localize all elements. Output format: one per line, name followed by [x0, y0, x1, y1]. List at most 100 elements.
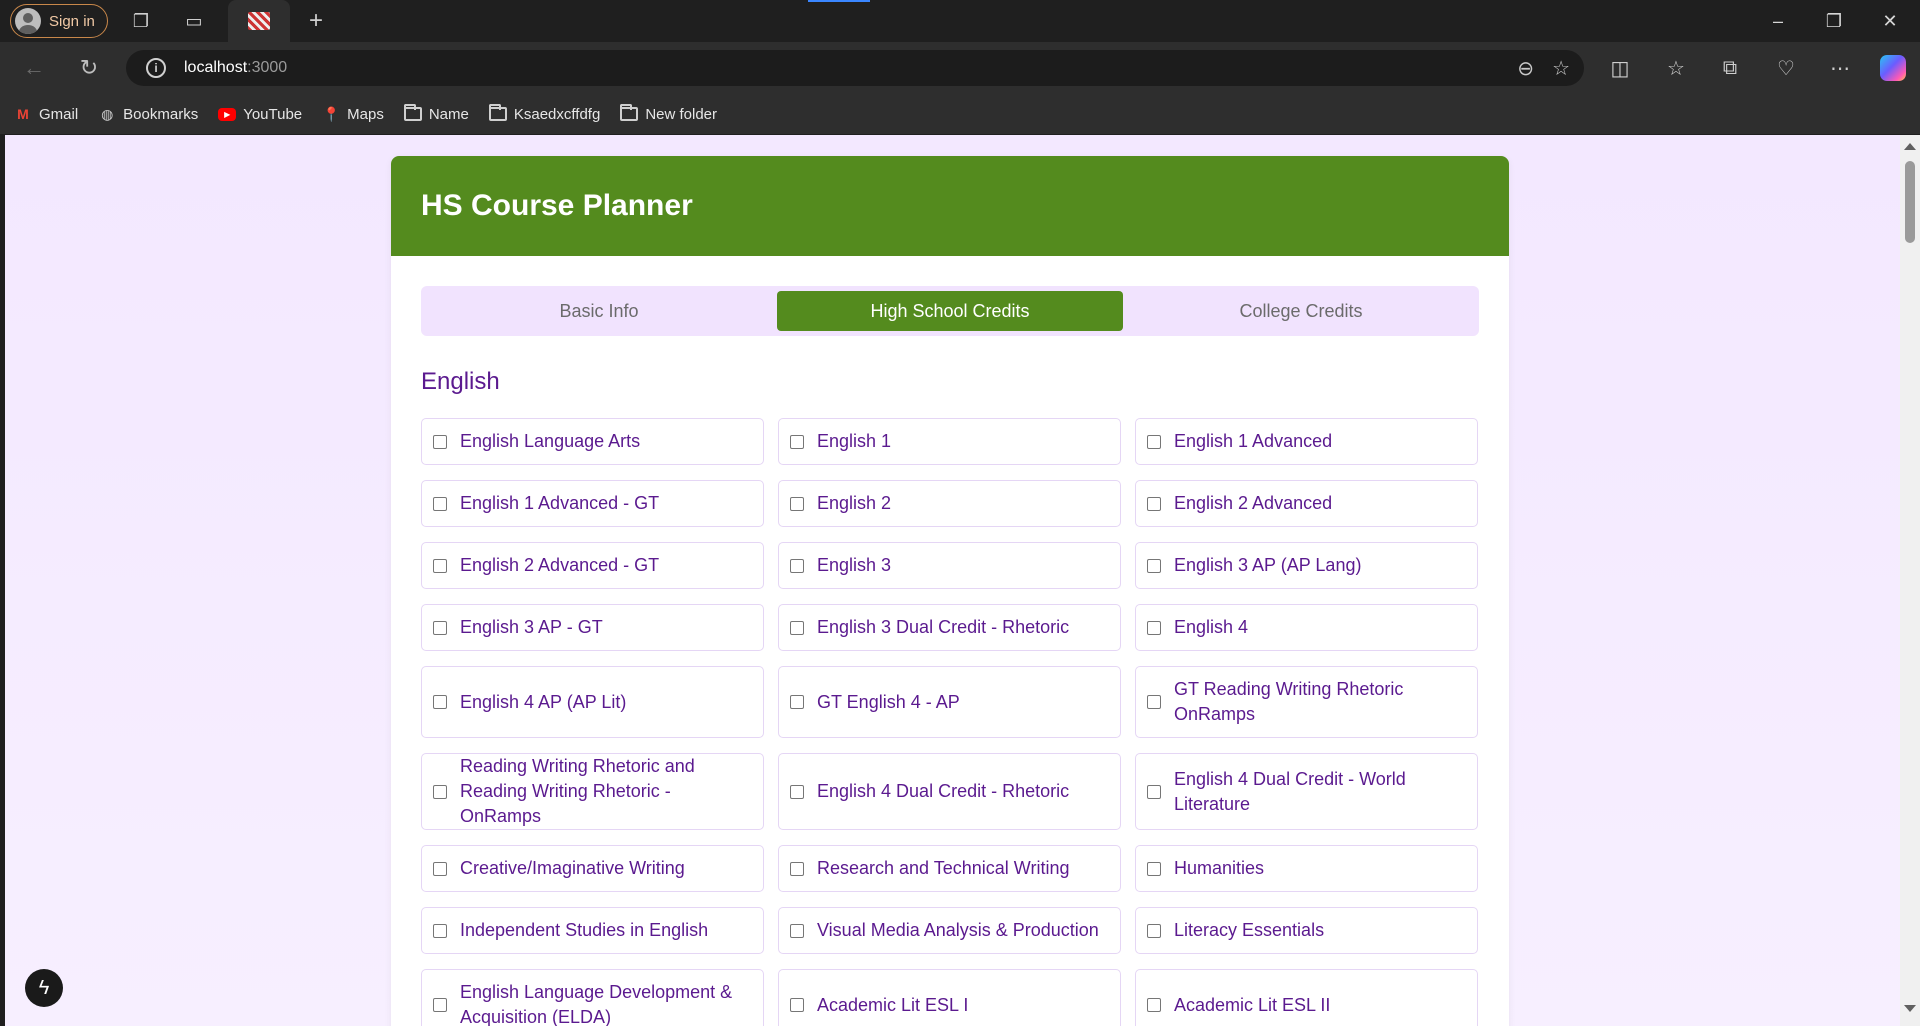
tab-actions-icon[interactable]: ▭ [182, 9, 206, 33]
new-tab-icon[interactable]: + [304, 7, 328, 34]
course-option[interactable]: GT Reading Writing Rhetoric OnRamps [1135, 666, 1478, 738]
course-checkbox[interactable] [1147, 861, 1161, 876]
back-icon[interactable]: ← [20, 54, 48, 82]
collections-icon[interactable]: ⧉ [1716, 54, 1744, 82]
course-checkbox[interactable] [1147, 695, 1161, 709]
favorite-star-icon[interactable]: ☆ [1552, 56, 1570, 81]
course-option[interactable]: Humanities [1135, 845, 1478, 892]
bookmark-youtube[interactable]: ▶ YouTube [218, 106, 302, 123]
course-checkbox[interactable] [790, 558, 804, 573]
course-checkbox[interactable] [433, 923, 447, 938]
course-option[interactable]: English 3 [778, 542, 1121, 589]
page-scrollbar[interactable] [1900, 135, 1920, 1026]
course-checkbox[interactable] [433, 861, 447, 876]
course-option[interactable]: English Language Development & Acquisiti… [421, 969, 764, 1026]
course-option[interactable]: English 1 Advanced [1135, 418, 1478, 465]
course-checkbox[interactable] [433, 695, 447, 709]
course-option[interactable]: English 1 Advanced - GT [421, 480, 764, 527]
bookmark-folder-new-folder[interactable]: New folder [620, 104, 717, 123]
course-option[interactable]: Literacy Essentials [1135, 907, 1478, 954]
course-checkbox[interactable] [433, 620, 447, 635]
course-label: English 2 [817, 493, 892, 513]
course-option[interactable]: Reading Writing Rhetoric and Reading Wri… [421, 753, 764, 830]
browser-essentials-icon[interactable]: ♡ [1772, 54, 1800, 82]
course-checkbox[interactable] [433, 558, 447, 573]
course-checkbox[interactable] [790, 998, 804, 1012]
scroll-down-icon[interactable] [1904, 1005, 1916, 1012]
course-option[interactable]: English 2 Advanced [1135, 480, 1478, 527]
course-checkbox[interactable] [790, 861, 804, 876]
course-option[interactable]: GT English 4 - AP [778, 666, 1121, 738]
course-checkbox[interactable] [433, 434, 447, 449]
site-info-icon[interactable]: i [146, 58, 166, 78]
course-option[interactable]: English 4 Dual Credit - Rhetoric [778, 753, 1121, 830]
course-option[interactable]: Visual Media Analysis & Production [778, 907, 1121, 954]
bookmark-maps[interactable]: 📍 Maps [322, 106, 383, 123]
course-option[interactable]: English 3 AP - GT [421, 604, 764, 651]
course-option[interactable]: English 4 [1135, 604, 1478, 651]
workspaces-icon[interactable]: ❐ [129, 9, 153, 33]
course-checkbox[interactable] [1147, 923, 1161, 938]
copilot-icon[interactable] [1880, 55, 1906, 81]
globe-icon: ◍ [101, 105, 114, 122]
scroll-up-icon[interactable] [1904, 143, 1916, 150]
course-checkbox[interactable] [1147, 558, 1161, 573]
browser-tab-active[interactable] [228, 0, 290, 42]
profile-avatar-icon [15, 8, 41, 34]
lightning-action-button[interactable]: ϟ [25, 969, 63, 1007]
restore-icon[interactable]: ❐ [1814, 8, 1854, 34]
refresh-icon[interactable]: ↻ [75, 54, 103, 82]
folder-icon [403, 104, 422, 121]
tab-basic-info[interactable]: Basic Info [426, 291, 772, 331]
course-option[interactable]: English 4 AP (AP Lit) [421, 666, 764, 738]
course-option[interactable]: English Language Arts [421, 418, 764, 465]
course-checkbox[interactable] [1147, 496, 1161, 511]
course-option[interactable]: English 1 [778, 418, 1121, 465]
read-aloud-icon[interactable]: ⊖ [1517, 56, 1534, 81]
course-label: English 1 [817, 431, 892, 451]
bookmark-folder-name[interactable]: Name [403, 104, 469, 123]
course-option[interactable]: Academic Lit ESL II [1135, 969, 1478, 1026]
folder-icon [620, 104, 639, 121]
minimize-icon[interactable]: – [1758, 8, 1798, 34]
course-option[interactable]: Independent Studies in English [421, 907, 764, 954]
bookmark-folder-ksaedxcffdfg[interactable]: Ksaedxcffdfg [488, 104, 600, 123]
course-checkbox[interactable] [433, 784, 447, 799]
course-checkbox[interactable] [1147, 434, 1161, 449]
course-option[interactable]: English 3 AP (AP Lang) [1135, 542, 1478, 589]
tab-high-school-credits[interactable]: High School Credits [777, 291, 1123, 331]
course-checkbox[interactable] [1147, 998, 1161, 1012]
signin-button[interactable]: Sign in [10, 4, 108, 38]
course-checkbox[interactable] [433, 496, 447, 511]
tab-college-credits[interactable]: College Credits [1128, 291, 1474, 331]
course-checkbox[interactable] [790, 496, 804, 511]
course-option[interactable]: Academic Lit ESL I [778, 969, 1121, 1026]
more-menu-icon[interactable]: ⋯ [1826, 54, 1854, 82]
course-checkbox[interactable] [790, 695, 804, 709]
course-label: English 4 [1174, 617, 1249, 637]
course-option[interactable]: English 2 Advanced - GT [421, 542, 764, 589]
split-screen-icon[interactable]: ◫ [1606, 54, 1634, 82]
address-bar[interactable]: i localhost:3000 ⊖ ☆ [126, 50, 1584, 86]
close-icon[interactable]: ✕ [1870, 8, 1910, 34]
course-checkbox[interactable] [1147, 784, 1161, 799]
course-option[interactable]: Creative/Imaginative Writing [421, 845, 764, 892]
bookmark-gmail[interactable]: M Gmail [14, 106, 78, 123]
scroll-thumb[interactable] [1905, 161, 1915, 243]
course-label: English 4 Dual Credit - Rhetoric [817, 781, 1070, 801]
favorites-icon[interactable]: ☆ [1662, 54, 1690, 82]
folder-icon [488, 104, 507, 121]
signin-label: Sign in [49, 12, 95, 30]
course-checkbox[interactable] [1147, 620, 1161, 635]
course-checkbox[interactable] [790, 620, 804, 635]
course-checkbox[interactable] [790, 923, 804, 938]
course-label: English 3 [817, 555, 892, 575]
course-checkbox[interactable] [433, 998, 447, 1012]
bookmark-bookmarks[interactable]: ◍ Bookmarks [98, 106, 198, 123]
course-option[interactable]: English 4 Dual Credit - World Literature [1135, 753, 1478, 830]
course-checkbox[interactable] [790, 784, 804, 799]
course-option[interactable]: English 3 Dual Credit - Rhetoric [778, 604, 1121, 651]
course-option[interactable]: Research and Technical Writing [778, 845, 1121, 892]
course-option[interactable]: English 2 [778, 480, 1121, 527]
course-checkbox[interactable] [790, 434, 804, 449]
